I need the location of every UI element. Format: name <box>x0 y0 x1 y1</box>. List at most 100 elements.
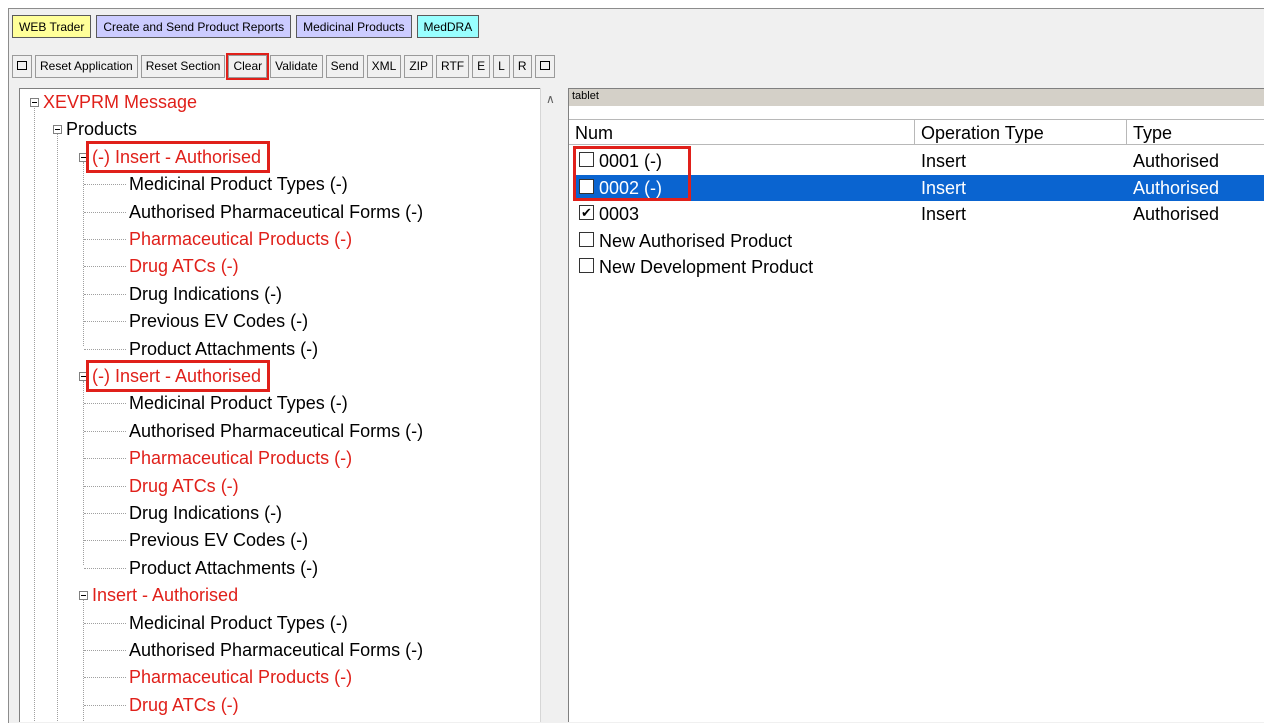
tree-node-insert-authorised[interactable]: (-) Insert - Authorised <box>85 360 271 392</box>
cell-type: Authorised <box>1133 204 1220 224</box>
column-header-num[interactable]: Num <box>569 119 915 145</box>
tree-guide-line <box>84 430 126 432</box>
tree-guide-line <box>84 485 126 487</box>
tree-guide-line <box>84 184 126 186</box>
tree-leaf[interactable]: Product Attachments (-) <box>129 555 318 581</box>
tree-leaf[interactable]: Medicinal Product Types (-) <box>129 171 348 197</box>
collapse-icon[interactable] <box>53 125 62 135</box>
tree-leaf[interactable]: Authorised Pharmaceutical Forms (-) <box>129 637 423 663</box>
row-checkbox[interactable] <box>579 152 594 167</box>
tree-leaf[interactable]: Drug Indications (-) <box>129 281 282 307</box>
tree-guide-line <box>84 211 126 213</box>
table-row[interactable]: ✔ 0003 Insert Authorised <box>575 201 1264 227</box>
product-label-strip: tablet <box>569 89 1264 106</box>
tab-bar: WEB Trader Create and Send Product Repor… <box>12 15 480 40</box>
scroll-up-icon[interactable]: ∧ <box>546 92 555 106</box>
tree-leaf[interactable]: Previous EV Codes (-) <box>129 527 308 553</box>
table-row[interactable]: 0002 (-) Insert Authorised <box>575 174 1264 201</box>
tab-meddra[interactable]: MedDRA <box>416 15 480 38</box>
tree-guide-line <box>84 321 126 323</box>
tree-guide-line <box>84 458 126 460</box>
tree-leaf[interactable]: Pharmaceutical Products (-) <box>129 664 352 690</box>
zip-button[interactable]: ZIP <box>404 55 434 78</box>
cell-num: New Authorised Product <box>599 230 793 251</box>
toolbar: Reset Application Reset Section Clear Va… <box>12 53 555 80</box>
tree-guide-line <box>84 622 126 624</box>
tree-guide-line <box>84 540 126 542</box>
validate-button[interactable]: Validate <box>270 55 323 78</box>
tree-node-products[interactable]: Products <box>66 116 137 142</box>
table-header: Num Operation Type Type <box>569 119 1264 145</box>
table-row[interactable]: New Authorised Product <box>575 228 1264 254</box>
tree-guide-line <box>57 131 58 722</box>
tree-leaf[interactable]: Pharmaceutical Products (-) <box>129 445 352 471</box>
row-checkbox[interactable] <box>579 178 594 194</box>
tree-guide-line <box>84 567 126 569</box>
xevprm-tree[interactable]: XEVPRM Message Products (-) Insert - Autho… <box>19 88 562 722</box>
column-header-operation-type[interactable]: Operation Type <box>915 119 1127 145</box>
reset-section-button[interactable]: Reset Section <box>140 55 226 78</box>
row-checkbox[interactable]: ✔ <box>579 205 594 220</box>
cell-type: Authorised <box>1133 177 1220 198</box>
collapse-icon[interactable] <box>79 372 88 381</box>
reset-application-button[interactable]: Reset Application <box>35 55 138 78</box>
tree-root-xevprm-message[interactable]: XEVPRM Message <box>43 89 197 115</box>
rtf-button[interactable]: RTF <box>436 55 470 78</box>
square-icon <box>539 61 550 71</box>
square-icon <box>17 61 27 71</box>
row-checkbox[interactable] <box>579 231 594 247</box>
tree-leaf[interactable]: Product Attachments (-) <box>129 336 318 362</box>
tree-leaf[interactable]: Drug ATCs (-) <box>129 692 239 718</box>
tree-guide-line <box>84 650 126 651</box>
tree-guide-line <box>83 381 84 565</box>
r-button[interactable]: R <box>512 55 532 78</box>
tree-leaf[interactable]: Drug ATCs (-) <box>129 473 239 499</box>
cell-num: 0003 <box>599 204 640 224</box>
tree-node-insert-authorised[interactable]: (-) Insert - Authorised <box>85 140 271 173</box>
tree-scrollbar[interactable]: ∧ <box>540 88 562 722</box>
tree-leaf[interactable]: Authorised Pharmaceutical Forms (-) <box>129 199 423 225</box>
tree-leaf[interactable]: Authorised Pharmaceutical Forms (-) <box>129 418 423 444</box>
collapse-icon[interactable] <box>79 152 88 162</box>
send-button[interactable]: Send <box>325 55 364 78</box>
tree-guide-line <box>84 513 126 514</box>
tree-guide-line <box>84 704 126 706</box>
cell-operation-type: Insert <box>921 151 967 171</box>
tree-leaf[interactable]: Pharmaceutical Products (-) <box>129 226 352 252</box>
square-toggle-button[interactable] <box>12 55 32 78</box>
clear-button[interactable]: Clear <box>226 53 270 80</box>
cell-num: 0001 (-) <box>599 151 663 171</box>
table-row[interactable]: 0001 (-) Insert Authorised <box>575 148 1264 174</box>
cell-operation-type: Insert <box>921 177 967 198</box>
tree-leaf[interactable]: Drug ATCs (-) <box>129 253 239 279</box>
tree-guide-line <box>84 403 126 405</box>
tab-create-send-product-reports[interactable]: Create and Send Product Reports <box>96 15 292 38</box>
cell-num: New Development Product <box>599 257 814 277</box>
tree-guide-line <box>83 161 84 346</box>
column-header-type[interactable]: Type <box>1127 119 1264 145</box>
tab-medicinal-products[interactable]: Medicinal Products <box>296 15 412 38</box>
e-button[interactable]: E <box>472 55 491 78</box>
cell-operation-type: Insert <box>921 204 967 224</box>
tree-guide-line <box>84 266 126 268</box>
tree-leaf[interactable]: Medicinal Product Types (-) <box>129 610 348 636</box>
tab-web-trader[interactable]: WEB Trader <box>12 15 92 38</box>
tree-guide-line <box>84 348 126 350</box>
table-row[interactable]: New Development Product <box>575 254 1264 280</box>
tree-node-insert-authorised[interactable]: Insert - Authorised <box>92 582 238 608</box>
cell-num: 0002 (-) <box>599 177 663 198</box>
collapse-icon[interactable] <box>79 591 88 601</box>
collapse-icon[interactable] <box>30 98 39 107</box>
square-toggle-button-2[interactable] <box>534 55 555 78</box>
tree-guide-line <box>84 677 126 679</box>
tree-leaf[interactable]: Previous EV Codes (-) <box>129 308 308 334</box>
row-checkbox[interactable] <box>579 258 594 273</box>
tree-guide-line <box>84 293 126 295</box>
l-button[interactable]: L <box>493 55 510 78</box>
tree-leaf[interactable]: Medicinal Product Types (-) <box>129 390 348 416</box>
xml-button[interactable]: XML <box>366 55 402 78</box>
tree-leaf[interactable]: Drug Indications (-) <box>129 500 282 526</box>
tree-guide-line <box>84 239 126 240</box>
product-list-panel: tablet Num Operation Type Type 0001 (-) I… <box>568 88 1264 722</box>
cell-type: Authorised <box>1133 151 1220 171</box>
